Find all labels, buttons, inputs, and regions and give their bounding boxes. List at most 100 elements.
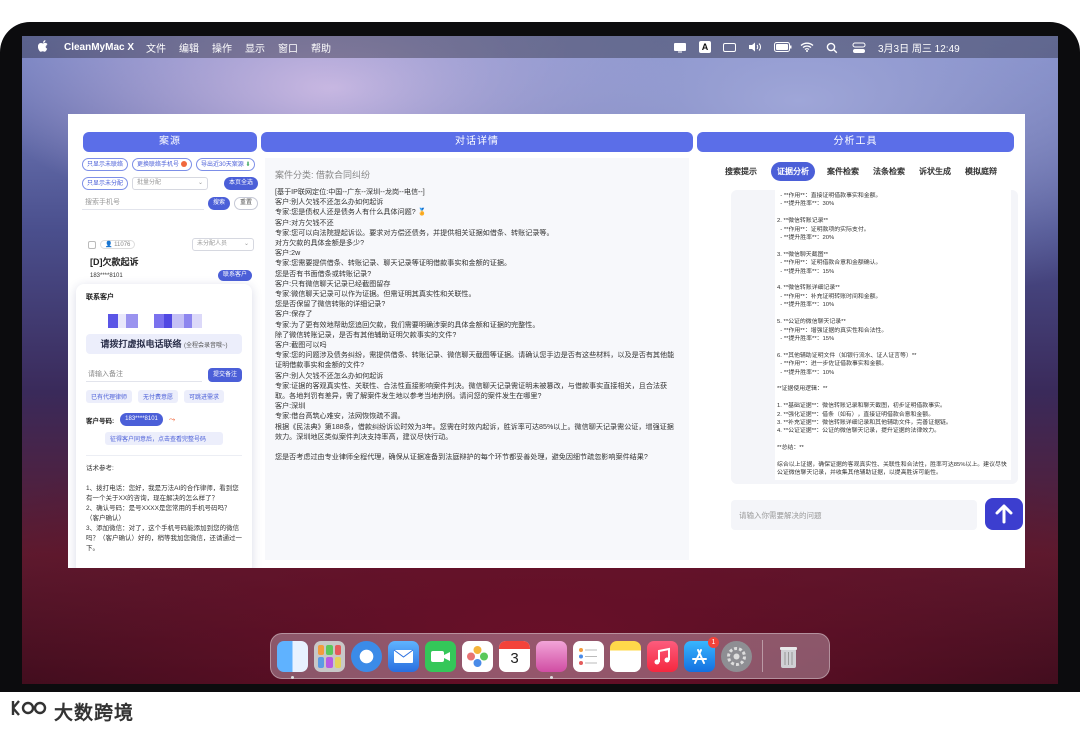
app-name[interactable]: CleanMyMac X — [64, 42, 134, 53]
phone-search-input[interactable]: 搜索手机号 — [82, 196, 204, 210]
menu-view[interactable]: 显示 — [245, 40, 265, 55]
case-type-value: 借款合同纠纷 — [316, 170, 371, 180]
laptop-chin — [0, 684, 1080, 692]
change-phone-button[interactable]: 更换联络手机号 — [132, 158, 193, 171]
arrow-icon: ⤳ — [168, 414, 176, 424]
reset-button[interactable]: 重置 — [233, 196, 258, 210]
note-input[interactable]: 请输入备注 — [86, 368, 202, 382]
battery-icon[interactable] — [774, 42, 792, 52]
menu-help[interactable]: 帮助 — [311, 40, 331, 55]
question-input[interactable]: 请输入你需要解决的问题 — [731, 500, 977, 530]
monitor-app-icon[interactable] — [536, 640, 567, 679]
tab-case-search[interactable]: 案件检索 — [827, 166, 859, 177]
alert-dot-icon — [181, 161, 188, 168]
tab-evidence-analysis[interactable]: 证据分析 — [771, 161, 815, 181]
settings-icon[interactable] — [721, 640, 752, 672]
case-assign-select[interactable]: 未分配人员 ⌄ — [192, 238, 254, 251]
facetime-icon[interactable] — [425, 640, 456, 672]
safari-icon[interactable] — [351, 640, 382, 672]
select-all-button[interactable]: 本页全选 — [223, 177, 258, 190]
send-button[interactable] — [985, 498, 1023, 530]
download-icon: ⬇ — [245, 162, 251, 168]
desktop: CleanMyMac X 文件 编辑 操作 显示 窗口 帮助 A 3月3日 周三… — [22, 36, 1058, 684]
tag-has-lawyer[interactable]: 已有代理律师 — [86, 390, 133, 403]
dialog-transcript: [基于IP联网定位:中国--广东--深圳--龙岗--电信--] 客户:别人欠钱不… — [275, 188, 675, 462]
tab-mock-trial[interactable]: 模拟庭辩 — [965, 166, 997, 177]
case-type: 案件分类: 借款合同纠纷 — [275, 168, 679, 181]
finder-icon[interactable] — [277, 640, 308, 679]
watermark: 大数跨境 — [10, 696, 134, 726]
submit-note-button[interactable]: 提交备注 — [207, 368, 242, 382]
reveal-phone-label: 征得客户同意后，点击查看完整号码 — [110, 437, 207, 443]
calendar-header — [499, 640, 530, 649]
reveal-phone-button[interactable]: 征得客户同意后，点击查看完整号码 — [105, 432, 223, 445]
case-type-label: 案件分类: — [275, 170, 314, 180]
running-indicator — [291, 675, 294, 679]
notes-icon[interactable] — [610, 640, 641, 672]
export-label: 导出近30天案源 — [201, 162, 244, 168]
tab-law-search[interactable]: 法条检索 — [873, 166, 905, 177]
phone-label: 客户号码: — [86, 417, 115, 425]
dock-separator — [762, 640, 763, 672]
contact-customer-button[interactable]: 联系客户 — [217, 270, 252, 281]
app-window: 案源 对话详情 分析工具 只显示未联络 更换联络手机号 导出近30天案源 ⬇ 只… — [68, 114, 1025, 568]
batch-assign-select[interactable]: 批量分配 ⌄ — [132, 177, 209, 190]
volume-icon[interactable] — [748, 42, 762, 52]
case-id-text: 11076 — [114, 242, 131, 248]
batch-assign-value: 批量分配 — [137, 180, 162, 186]
call-sub: (全程会录音哦~) — [184, 343, 228, 349]
tag-followable[interactable]: 可跳进需求 — [184, 390, 225, 403]
tag-no-pay[interactable]: 无付费意愿 — [138, 390, 179, 403]
change-phone-label: 更换联络手机号 — [137, 162, 180, 168]
photos-icon[interactable] — [462, 640, 493, 672]
divider — [86, 455, 242, 456]
input-method-icon[interactable]: A — [699, 41, 711, 53]
apple-icon[interactable] — [37, 39, 52, 55]
dialog-box: 案件分类: 借款合同纠纷 [基于IP联网定位:中国--广东--深圳--龙岗--电… — [265, 158, 689, 560]
arrow-up-icon — [995, 504, 1013, 524]
menu-action[interactable]: 操作 — [212, 40, 232, 55]
menu-file[interactable]: 文件 — [146, 40, 166, 55]
control-center-icon[interactable] — [852, 42, 866, 53]
tools-panel: 搜索提示 证据分析 案件检索 法条检索 诉状生成 模拟庭辩 - **作用**：直… — [719, 158, 1025, 560]
tool-tabs: 搜索提示 证据分析 案件检索 法条检索 诉状生成 模拟庭辩 — [719, 158, 1025, 184]
menu-window[interactable]: 窗口 — [278, 40, 298, 55]
launchpad-icon[interactable] — [314, 640, 345, 672]
wifi-icon[interactable] — [800, 42, 814, 52]
keyboard-icon[interactable] — [723, 42, 736, 52]
tab-complaint-gen[interactable]: 诉状生成 — [919, 166, 951, 177]
tab-search-hint[interactable]: 搜索提示 — [725, 166, 757, 177]
phone-value: 183****8101 — [120, 413, 163, 426]
analysis-box: - **作用**：直接证明借款事实和金额。 - **提升胜率**：30% 2. … — [731, 190, 1018, 484]
clock[interactable]: 3月3日 周三 12:49 — [878, 40, 960, 55]
script-text: 1、拨打电话：您好，我是万法AI的合作律师，看到您有一个关于XX的咨询，现在解决… — [86, 485, 242, 552]
column-title-dialog: 对话详情 — [261, 132, 693, 152]
virtual-call-button[interactable]: 请拨打虚拟电话联络 (全程会录音哦~) — [86, 334, 242, 354]
case-id: 👤 11076 — [100, 240, 136, 249]
watermark-text: 大数跨境 — [54, 702, 135, 724]
case-checkbox[interactable] — [88, 240, 96, 249]
mail-icon[interactable] — [388, 640, 419, 672]
user-icon: 👤 — [105, 242, 115, 248]
screen-share-icon[interactable] — [673, 42, 687, 53]
analysis-text: - **作用**：直接证明借款事实和金额。 - **提升胜率**：30% 2. … — [775, 190, 1011, 480]
filter-uncontacted[interactable]: 只显示未联络 — [82, 158, 129, 171]
contact-title: 联系客户 — [86, 294, 114, 301]
trash-icon[interactable] — [773, 641, 804, 672]
case-title: [D]欠款起诉 — [90, 257, 139, 267]
running-indicator — [550, 675, 553, 679]
case-assign-value: 未分配人员 — [197, 241, 228, 247]
blurred-name-image — [108, 314, 242, 328]
search-button[interactable]: 搜索 — [207, 196, 230, 210]
dock: 3 1 — [270, 633, 830, 679]
filter-unassigned[interactable]: 只显示未分配 — [82, 177, 129, 190]
export-button[interactable]: 导出近30天案源 ⬇ — [196, 158, 256, 171]
music-icon[interactable] — [647, 640, 678, 672]
app-store-icon[interactable]: 1 — [684, 636, 719, 672]
chevron-down-icon: ⌄ — [197, 180, 204, 186]
search-icon[interactable] — [826, 42, 840, 54]
reminders-icon[interactable] — [573, 640, 604, 672]
menu-edit[interactable]: 编辑 — [179, 40, 199, 55]
watermark-logo-icon — [10, 698, 48, 724]
calendar-icon[interactable]: 3 — [499, 640, 530, 672]
